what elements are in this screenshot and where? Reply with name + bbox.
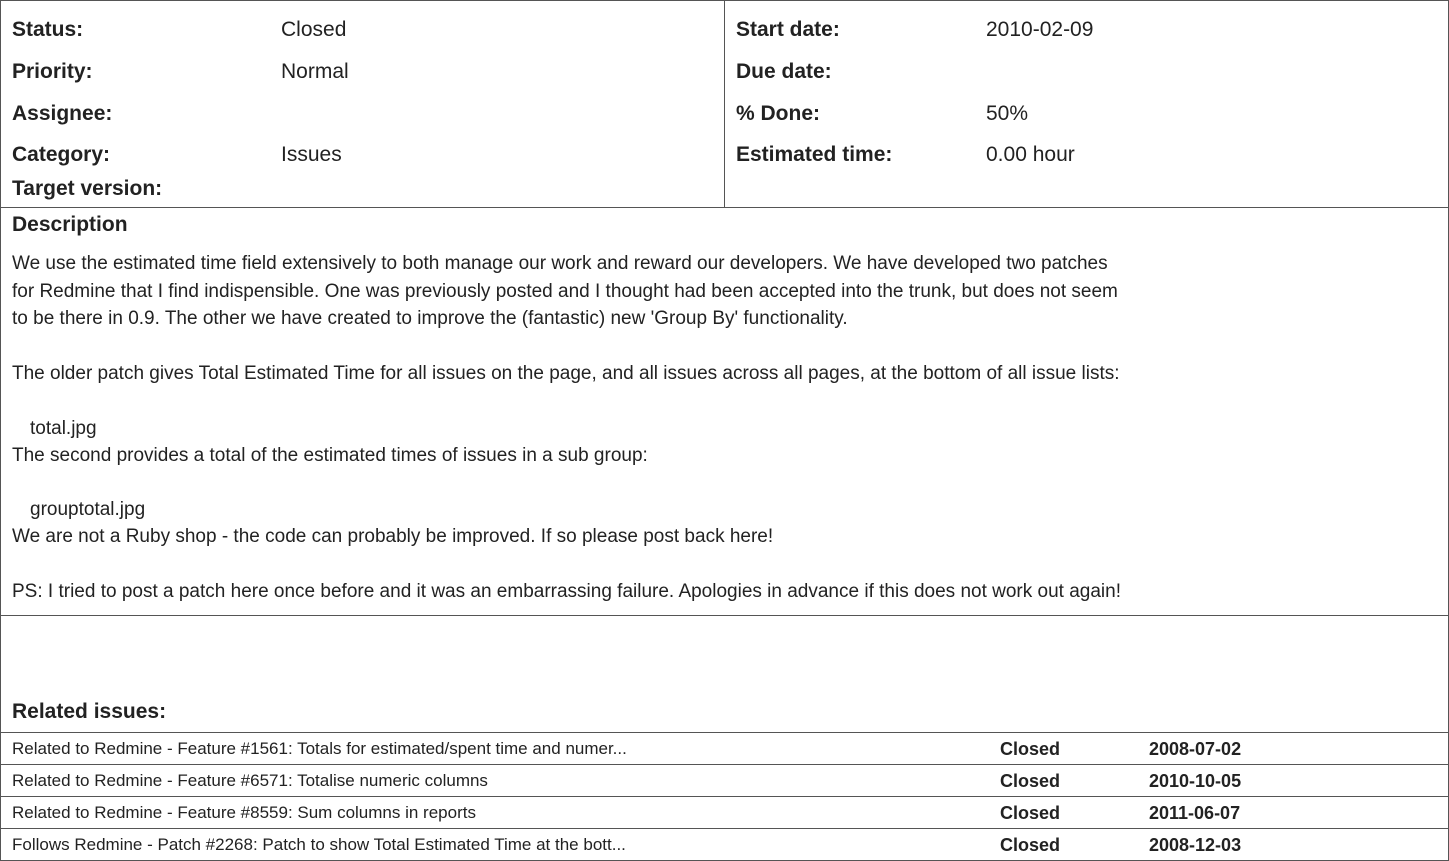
- attachment-link-total[interactable]: total.jpg: [30, 418, 97, 440]
- start-date-value: 2010-02-09: [986, 18, 1094, 41]
- attachment-link-grouptotal[interactable]: grouptotal.jpg: [30, 499, 145, 521]
- related-issue-status: Closed: [1000, 835, 1061, 855]
- issue-details-panel: Status: Closed Priority: Normal Assignee…: [0, 0, 1449, 861]
- related-issue-status: Closed: [1000, 739, 1061, 759]
- start-date-label: Start date:: [736, 18, 840, 41]
- description-line: We are not a Ruby shop - the code can pr…: [12, 526, 774, 547]
- target-version-label: Target version:: [12, 177, 163, 200]
- category-label: Category:: [12, 143, 111, 166]
- related-issue-date: 2008-07-02: [1149, 739, 1242, 759]
- description-line: PS: I tried to post a patch here once be…: [12, 581, 1121, 602]
- related-issue-status: Closed: [1000, 803, 1061, 823]
- related-issue-row: Related to Redmine - Feature #1561: Tota…: [1, 732, 1448, 765]
- assignee-label: Assignee:: [12, 102, 113, 125]
- section-divider: [1, 615, 1448, 616]
- description-line: for Redmine that I find indispensible. O…: [12, 281, 1118, 302]
- due-date-label: Due date:: [736, 60, 832, 83]
- related-issue-link[interactable]: Related to Redmine - Feature #6571: Tota…: [12, 770, 488, 792]
- description-line: The second provides a total of the estim…: [12, 445, 648, 466]
- estimated-time-label: Estimated time:: [736, 143, 893, 166]
- related-issue-row: Follows Redmine - Patch #2268: Patch to …: [1, 828, 1448, 861]
- done-ratio-value: 50%: [986, 102, 1029, 125]
- description-line: to be there in 0.9. The other we have cr…: [12, 308, 848, 329]
- description-heading: Description: [12, 213, 128, 236]
- priority-label: Priority:: [12, 60, 93, 83]
- category-value: Issues: [281, 143, 342, 166]
- related-issue-status: Closed: [1000, 771, 1061, 791]
- description-line: We use the estimated time field extensiv…: [12, 253, 1108, 274]
- related-issue-link[interactable]: Related to Redmine - Feature #1561: Tota…: [12, 738, 627, 760]
- related-issue-date: 2011-06-07: [1149, 803, 1241, 823]
- related-issue-date: 2010-10-05: [1149, 771, 1242, 791]
- estimated-time-value: 0.00 hour: [986, 143, 1075, 166]
- issue-attributes-table: Status: Closed Priority: Normal Assignee…: [1, 1, 1448, 208]
- status-value: Closed: [281, 18, 347, 41]
- related-issue-link[interactable]: Follows Redmine - Patch #2268: Patch to …: [12, 834, 626, 856]
- related-issue-row: Related to Redmine - Feature #6571: Tota…: [1, 764, 1448, 797]
- done-ratio-label: % Done:: [736, 102, 820, 125]
- related-issue-date: 2008-12-03: [1149, 835, 1242, 855]
- priority-value: Normal: [281, 60, 349, 83]
- status-label: Status:: [12, 18, 84, 41]
- description-line: The older patch gives Total Estimated Ti…: [12, 363, 1120, 384]
- related-issues-heading: Related issues:: [12, 700, 167, 723]
- related-issue-link[interactable]: Related to Redmine - Feature #8559: Sum …: [12, 802, 476, 824]
- related-issue-row: Related to Redmine - Feature #8559: Sum …: [1, 796, 1448, 829]
- column-divider: [724, 1, 725, 207]
